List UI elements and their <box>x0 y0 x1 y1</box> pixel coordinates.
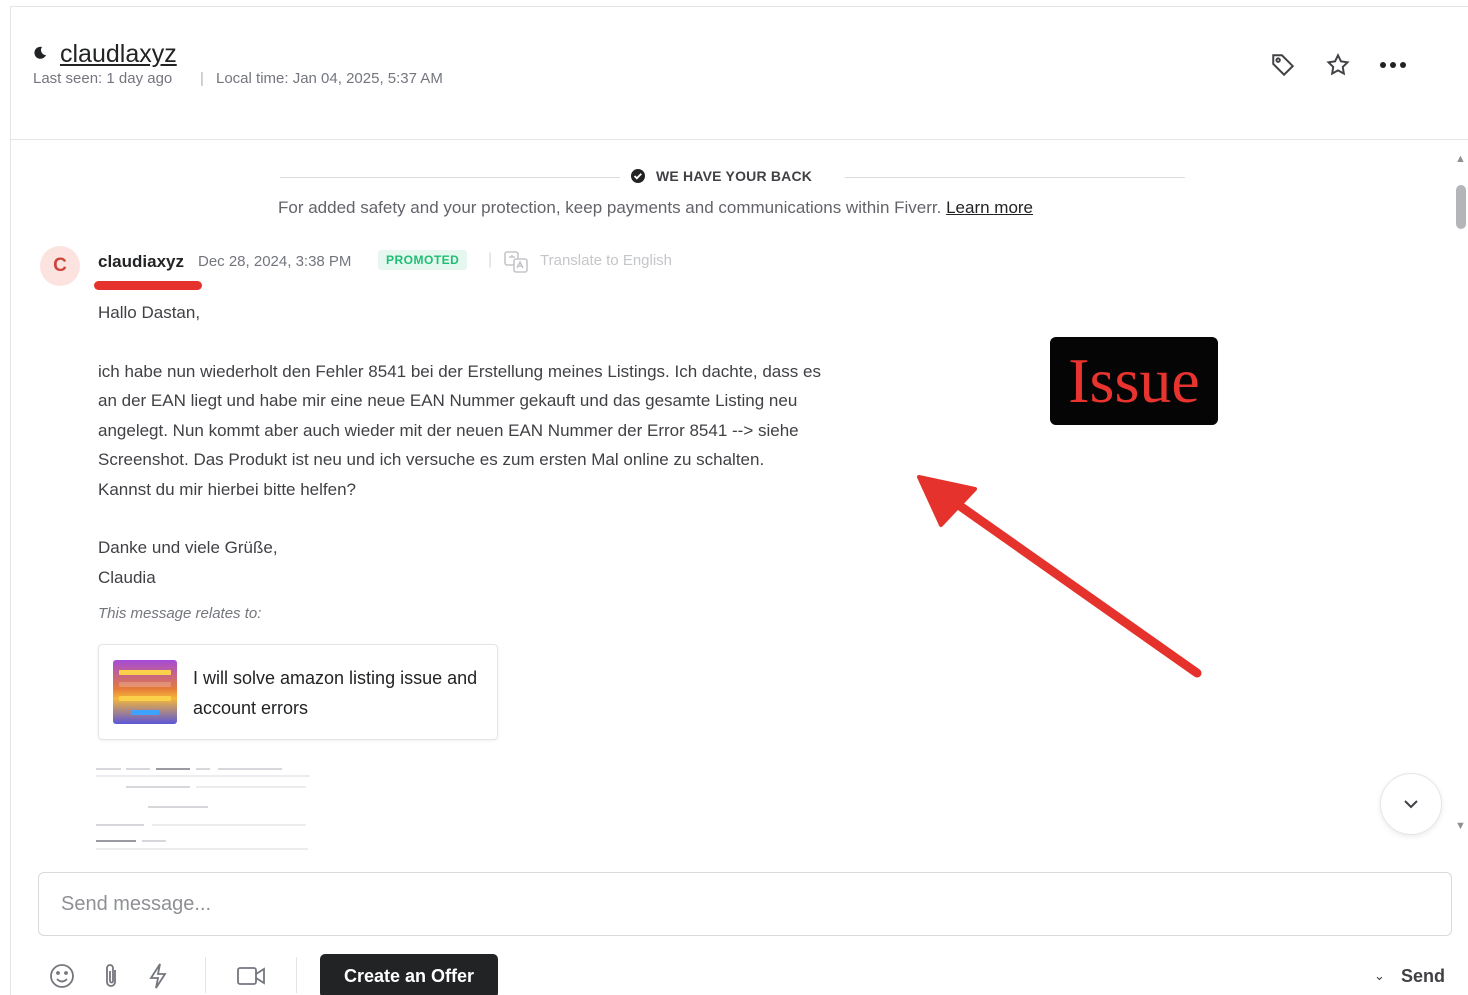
scroll-up-arrow[interactable]: ▲ <box>1455 153 1466 165</box>
away-status-icon <box>34 46 46 59</box>
paperclip-icon[interactable] <box>95 960 127 992</box>
more-icon[interactable] <box>1378 50 1408 80</box>
emoji-icon[interactable] <box>46 960 78 992</box>
scrollbar-thumb[interactable] <box>1456 185 1466 229</box>
message-timestamp: Dec 28, 2024, 3:38 PM <box>198 253 352 270</box>
screenshot-attachment[interactable] <box>96 762 312 854</box>
message-composer <box>38 872 1452 936</box>
red-highlight-underline <box>94 281 202 290</box>
safety-banner-text: For added safety and your protection, ke… <box>278 198 1033 218</box>
message-line: Screenshot. Das Produkt ist neu und ich … <box>98 450 765 469</box>
message-signature: Claudia <box>98 567 156 587</box>
banner-divider-right <box>845 177 1185 178</box>
gig-thumbnail <box>113 660 177 724</box>
translate-icon[interactable] <box>503 249 529 275</box>
header-separator: | <box>200 70 204 87</box>
message-author[interactable]: claudiaxyz <box>98 252 184 272</box>
message-greeting: Hallo Dastan, <box>98 303 201 322</box>
tag-icon[interactable] <box>1268 50 1298 80</box>
safety-title-text: WE HAVE YOUR BACK <box>656 168 813 184</box>
create-offer-button[interactable]: Create an Offer <box>320 954 498 995</box>
star-icon[interactable] <box>1323 50 1353 80</box>
last-seen-text: Last seen: 1 day ago <box>33 70 173 87</box>
toolbar-divider <box>296 957 297 993</box>
chevron-down-icon <box>1404 800 1418 809</box>
video-icon[interactable] <box>236 960 268 992</box>
issue-annotation-label: Issue <box>1050 337 1218 425</box>
send-options-chevron-icon[interactable]: ⌄ <box>1374 968 1385 984</box>
message-line: Kannst du mir hierbei bitte helfen? <box>98 479 356 499</box>
relates-to-label: This message relates to: <box>98 605 262 622</box>
shield-check-icon <box>631 169 645 183</box>
message-closing: Danke und viele Grüße, <box>98 538 278 557</box>
scroll-to-bottom-button[interactable] <box>1380 773 1442 835</box>
promoted-badge: PROMOTED <box>378 250 468 270</box>
issue-annotation-text: Issue <box>1068 345 1200 416</box>
safety-banner-title: WE HAVE YOUR BACK <box>630 168 812 184</box>
message-line: an der EAN liegt und habe mir eine neue … <box>98 391 798 410</box>
safety-description: For added safety and your protection, ke… <box>278 198 942 217</box>
send-button[interactable]: Send <box>1401 966 1445 987</box>
send-message-input[interactable] <box>61 887 1421 921</box>
banner-divider-left <box>280 177 620 178</box>
contact-username[interactable]: claudlaxyz <box>60 40 177 69</box>
message-meta-separator: | <box>488 251 493 268</box>
red-arrow-annotation <box>917 475 1202 678</box>
learn-more-link[interactable]: Learn more <box>946 198 1033 217</box>
message-line: ich habe nun wiederholt den Fehler 8541 … <box>98 361 821 381</box>
local-time-text: Local time: Jan 04, 2025, 5:37 AM <box>216 70 443 87</box>
avatar[interactable]: C <box>40 246 80 286</box>
message-line: angelegt. Nun kommt aber auch wieder mit… <box>98 420 799 440</box>
message-body: Hallo Dastan, ich habe nun wiederholt de… <box>98 298 968 592</box>
toolbar-divider <box>205 957 206 993</box>
related-gig-card[interactable]: I will solve amazon listing issue and ac… <box>98 644 498 740</box>
scroll-down-arrow[interactable]: ▼ <box>1455 820 1466 832</box>
translate-link[interactable]: Translate to English <box>540 252 672 269</box>
lightning-icon[interactable] <box>142 960 174 992</box>
gig-title: I will solve amazon listing issue and ac… <box>193 668 478 718</box>
